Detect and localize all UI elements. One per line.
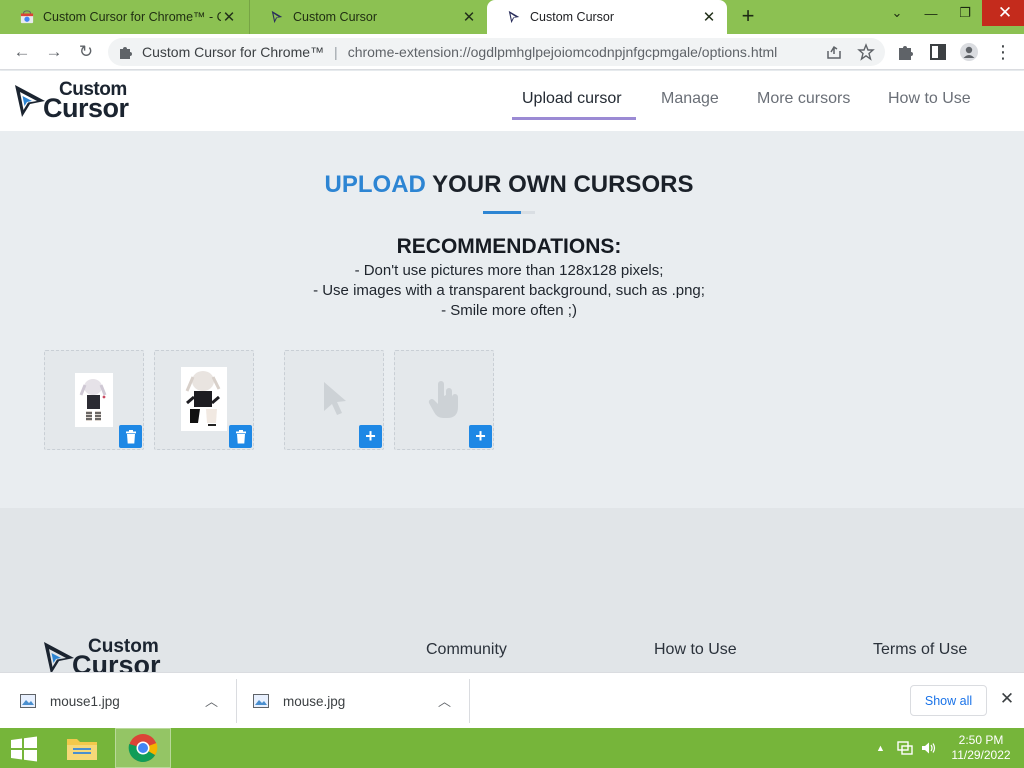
tab-webstore[interactable]: Custom Cursor for Chrome™ - C ✕ (0, 0, 247, 34)
chevron-up-icon[interactable]: ︿ (205, 691, 221, 709)
reload-icon[interactable]: ↻ (73, 40, 99, 64)
folder-icon (67, 739, 97, 760)
cursor-slot-empty[interactable]: + (284, 350, 384, 450)
taskbar-file-explorer[interactable] (54, 728, 110, 768)
close-tab-icon[interactable]: ✕ (461, 9, 477, 26)
restore-icon[interactable]: ❐ (948, 0, 982, 26)
custom-cursor-favicon (508, 10, 520, 24)
add-cursor-button[interactable]: + (359, 425, 382, 448)
forward-icon[interactable]: → (41, 40, 67, 64)
recommendation-line: - Use images with a transparent backgrou… (313, 282, 705, 299)
nav-manage[interactable]: Manage (661, 90, 719, 108)
system-tray: ▲ (876, 728, 937, 768)
side-panel-icon[interactable] (928, 42, 948, 62)
uploaded-cursor-image (75, 373, 113, 427)
cursor-slot-uploaded[interactable] (154, 350, 254, 450)
uploaded-cursor-image (181, 367, 227, 431)
cursor-slot-uploaded[interactable] (44, 350, 144, 450)
tab-title: Custom Cursor for Chrome™ - C (43, 10, 221, 24)
tab-title: Custom Cursor (530, 10, 615, 24)
browser-toolbar: ← → ↻ Custom Cursor for Chrome™ | chrome… (0, 34, 1024, 70)
plus-icon: + (475, 426, 486, 446)
trash-icon (125, 429, 136, 443)
windows-start-icon[interactable] (8, 736, 40, 762)
omnibox-divider: | (334, 44, 338, 60)
page-title-rest: YOUR OWN CURSORS (432, 171, 694, 198)
show-hidden-icons-icon[interactable]: ▲ (876, 743, 885, 753)
delete-cursor-button[interactable] (119, 425, 142, 448)
recommendation-line: - Smile more often ;) (441, 302, 577, 319)
image-file-icon (20, 694, 36, 708)
address-bar[interactable]: Custom Cursor for Chrome™ | chrome-exten… (108, 38, 885, 66)
tab-search-chevron-icon[interactable]: ⌄ (880, 0, 914, 26)
cursor-slot-empty[interactable]: + (394, 350, 494, 450)
pointer-placeholder-icon (324, 382, 346, 415)
download-divider (469, 679, 470, 723)
tab-custom-cursor-active[interactable]: Custom Cursor ✕ (487, 0, 727, 34)
window-close-icon[interactable]: ✕ (982, 0, 1024, 26)
plus-icon: + (365, 426, 376, 446)
window-controls: ⌄ — ❐ ✕ (880, 0, 1024, 34)
back-icon[interactable]: ← (9, 40, 35, 64)
browser-tab-strip: Custom Cursor for Chrome™ - C ✕ Custom C… (0, 0, 1024, 34)
title-underline (483, 211, 535, 214)
clock-date: 11/29/2022 (951, 748, 1011, 762)
trash-icon (235, 429, 246, 443)
upload-section: UPLOAD YOUR OWN CURSORS RECOMMENDATIONS:… (0, 131, 1024, 508)
close-tab-icon[interactable]: ✕ (701, 9, 717, 26)
nav-upload-cursor[interactable]: Upload cursor (522, 90, 622, 108)
chrome-icon (128, 734, 158, 762)
site-footer: Custom Cursor Community How to Use Terms… (0, 508, 1024, 680)
network-icon[interactable] (897, 741, 913, 755)
windows-taskbar: ▲ 2:50 PM 11/29/2022 (0, 728, 1024, 768)
bookmark-star-icon[interactable] (857, 43, 875, 61)
nav-more-cursors[interactable]: More cursors (757, 90, 850, 108)
extensions-puzzle-icon[interactable] (896, 42, 916, 62)
download-filename: mouse1.jpg (50, 693, 120, 709)
profile-avatar-icon[interactable] (959, 42, 979, 62)
footer-link-how-to-use[interactable]: How to Use (654, 641, 737, 659)
taskbar-clock[interactable]: 2:50 PM 11/29/2022 (946, 733, 1016, 763)
close-download-shelf-icon[interactable]: ✕ (998, 689, 1016, 711)
taskbar-chrome[interactable] (115, 728, 171, 768)
active-nav-underline (512, 117, 636, 120)
custom-cursor-favicon (271, 10, 283, 24)
download-shelf: mouse1.jpg ︿ mouse.jpg ︿ Show all ✕ (0, 672, 1024, 728)
show-all-downloads-button[interactable]: Show all (910, 685, 987, 716)
hand-pointer-placeholder-icon (428, 381, 458, 418)
chrome-webstore-icon (20, 10, 34, 24)
close-tab-icon[interactable]: ✕ (221, 9, 237, 26)
share-icon[interactable] (825, 43, 843, 61)
download-filename: mouse.jpg (283, 693, 346, 709)
url-text: chrome-extension://ogdlpmhglpejoiomcodnp… (347, 44, 778, 60)
download-item[interactable]: mouse.jpg ︿ (253, 673, 468, 729)
footer-link-terms[interactable]: Terms of Use (873, 641, 967, 659)
volume-icon[interactable] (921, 741, 937, 755)
logo-text-cursor: Cursor (43, 93, 129, 123)
recommendation-line: - Don't use pictures more than 128x128 p… (354, 262, 664, 279)
page-title-highlight: UPLOAD (324, 171, 426, 198)
menu-kebab-icon[interactable]: ⋮ (990, 40, 1016, 64)
extension-puzzle-icon (120, 47, 132, 59)
site-header: Custom Cursor Upload cursor Manage More … (0, 71, 1024, 131)
extension-name: Custom Cursor for Chrome™ (142, 44, 325, 60)
footer-link-community[interactable]: Community (426, 641, 507, 659)
tab-custom-cursor[interactable]: Custom Cursor ✕ (249, 0, 487, 34)
add-cursor-button[interactable]: + (469, 425, 492, 448)
minimize-icon[interactable]: — (914, 0, 948, 26)
tab-title: Custom Cursor (293, 10, 378, 24)
clock-time: 2:50 PM (958, 733, 1004, 747)
page-title: UPLOAD YOUR OWN CURSORS (0, 171, 1018, 199)
nav-how-to-use[interactable]: How to Use (888, 90, 971, 108)
image-file-icon (253, 694, 269, 708)
cursor-logo-icon (15, 85, 45, 117)
cursor-logo-icon (44, 642, 74, 674)
site-logo[interactable]: Custom Cursor (13, 79, 138, 123)
delete-cursor-button[interactable] (229, 425, 252, 448)
download-divider (236, 679, 237, 723)
new-tab-button[interactable]: + (736, 4, 760, 30)
download-item[interactable]: mouse1.jpg ︿ (20, 673, 235, 729)
recommendations-title: RECOMMENDATIONS: (396, 235, 622, 258)
chevron-up-icon[interactable]: ︿ (438, 691, 454, 709)
